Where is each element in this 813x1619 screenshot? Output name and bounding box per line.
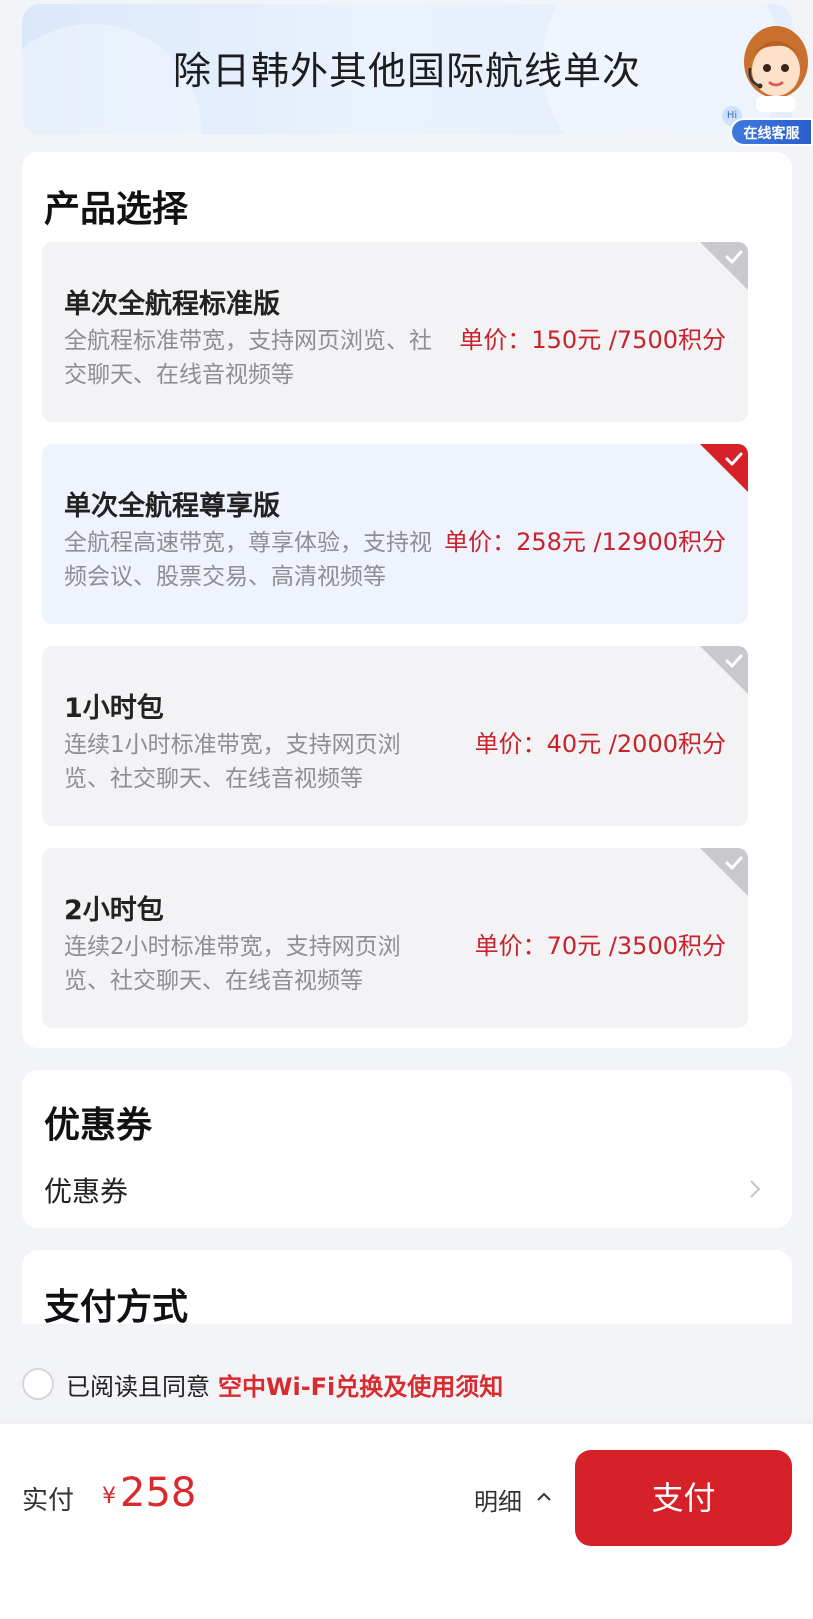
currency-symbol: ¥ (102, 1484, 116, 1509)
product-description: 连续2小时标准带宽，支持网页浏览、社交聊天、在线音视频等 (64, 934, 401, 994)
chevron-right-icon[interactable] (748, 1178, 762, 1200)
pay-amount: 258 (120, 1470, 197, 1516)
product-name: 1小时包 (64, 693, 164, 724)
check-icon (700, 646, 748, 694)
page-banner: 除日韩外其他国际航线单次 (22, 4, 792, 134)
agreement-link[interactable]: 空中Wi-Fi兑换及使用须知 (218, 1367, 503, 1402)
product-price: 单价：258元 /12900积分 (444, 528, 726, 556)
service-agent-avatar-icon (744, 26, 808, 112)
check-icon (700, 444, 748, 492)
page-title: 除日韩外其他国际航线单次 (172, 49, 641, 93)
pay-button[interactable]: 支付 (575, 1450, 792, 1546)
product-selection-card: 产品选择 单次全航程标准版 全航程标准带宽，支持网页浏览、社交聊天、在线音视频等… (22, 152, 792, 1048)
product-price: 单价：40元 /2000积分 (474, 730, 726, 758)
agreement-radio[interactable] (22, 1368, 54, 1400)
product-description: 连续1小时标准带宽，支持网页浏览、社交聊天、在线音视频等 (64, 732, 401, 792)
agreement-row: 已阅读且同意 空中Wi-Fi兑换及使用须知 (22, 1366, 503, 1402)
product-name: 单次全航程标准版 (64, 289, 280, 320)
chevron-up-icon[interactable] (536, 1490, 552, 1502)
coupon-card: 优惠券 优惠券 (22, 1070, 792, 1228)
product-option[interactable]: 1小时包 连续1小时标准带宽，支持网页浏览、社交聊天、在线音视频等 单价：40元… (42, 646, 748, 826)
section-title: 产品选择 (44, 189, 189, 230)
product-option[interactable]: 2小时包 连续2小时标准带宽，支持网页浏览、社交聊天、在线音视频等 单价：70元… (42, 848, 748, 1028)
section-title: 支付方式 (44, 1287, 189, 1324)
product-description: 全航程高速带宽，尊享体验，支持视频会议、股票交易、高清视频等 (64, 530, 432, 590)
check-icon (700, 242, 748, 290)
product-price: 单价：70元 /3500积分 (474, 932, 726, 960)
online-service-label[interactable]: 在线客服 (730, 118, 813, 146)
online-service-button[interactable]: Hi 在线客服 (722, 22, 813, 150)
product-name: 单次全航程尊享版 (64, 491, 280, 522)
product-description: 全航程标准带宽，支持网页浏览、社交聊天、在线音视频等 (64, 328, 432, 388)
check-icon (700, 848, 748, 896)
coupon-selector[interactable]: 优惠券 (44, 1170, 128, 1210)
pay-label: 实付 (22, 1486, 75, 1516)
product-option[interactable]: 单次全航程标准版 全航程标准带宽，支持网页浏览、社交聊天、在线音视频等 单价：1… (42, 242, 748, 422)
product-name: 2小时包 (64, 895, 164, 926)
payment-method-card: 支付方式 (22, 1250, 792, 1324)
checkout-bar: 实付 ¥ 258 明细 支付 (0, 1424, 813, 1619)
detail-toggle[interactable]: 明细 (474, 1482, 522, 1517)
product-option-selected[interactable]: 单次全航程尊享版 全航程高速带宽，尊享体验，支持视频会议、股票交易、高清视频等 … (42, 444, 748, 624)
section-title: 优惠券 (44, 1105, 153, 1146)
product-price: 单价：150元 /7500积分 (459, 326, 726, 354)
agreement-text: 已阅读且同意 (66, 1372, 210, 1401)
